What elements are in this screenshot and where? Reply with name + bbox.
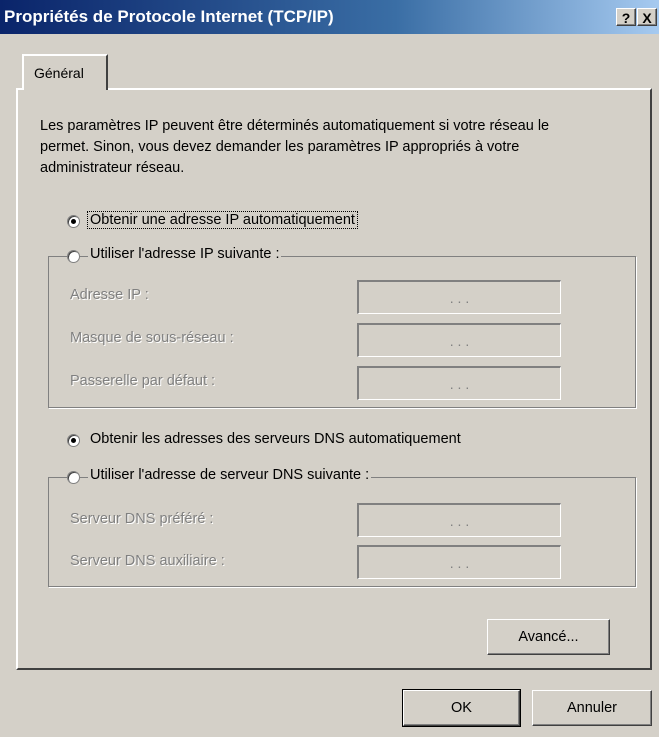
preferred-dns-label: Serveur DNS préféré : <box>70 511 214 527</box>
alternate-dns-input[interactable]: . . . <box>357 545 561 579</box>
ip-address-value: . . . <box>449 289 470 306</box>
subnet-mask-value: . . . <box>449 332 470 349</box>
title-bar[interactable]: Propriétés de Protocole Internet (TCP/IP… <box>0 0 659 34</box>
dns-auto-label[interactable]: Obtenir les adresses des serveurs DNS au… <box>88 431 463 447</box>
description-text: Les paramètres IP peuvent être déterminé… <box>40 118 550 176</box>
tab-general[interactable]: Général <box>22 54 108 90</box>
dns-manual-label[interactable]: Utiliser l'adresse de serveur DNS suivan… <box>88 467 372 483</box>
alternate-dns-value: . . . <box>449 554 470 571</box>
ip-auto-radio[interactable] <box>67 215 80 228</box>
ip-address-input[interactable]: . . . <box>357 280 561 314</box>
subnet-mask-input[interactable]: . . . <box>357 323 561 357</box>
window-title: Propriétés de Protocole Internet (TCP/IP… <box>4 7 334 26</box>
cancel-button[interactable]: Annuler <box>532 690 652 726</box>
alternate-dns-label: Serveur DNS auxiliaire : <box>70 553 225 569</box>
default-gateway-input[interactable]: . . . <box>357 366 561 400</box>
preferred-dns-value: . . . <box>449 512 470 529</box>
ip-address-label: Adresse IP : <box>70 287 149 303</box>
default-gateway-label: Passerelle par défaut : <box>70 373 216 389</box>
dns-manual-radio[interactable] <box>67 471 80 484</box>
close-button[interactable]: X <box>637 8 657 26</box>
ip-manual-label[interactable]: Utiliser l'adresse IP suivante : <box>88 246 282 262</box>
ok-button[interactable]: OK <box>402 689 521 727</box>
advanced-button[interactable]: Avancé... <box>487 619 610 655</box>
help-button[interactable]: ? <box>616 8 636 26</box>
ip-auto-label[interactable]: Obtenir une adresse IP automatiquement <box>87 211 358 229</box>
dns-auto-radio[interactable] <box>67 434 80 447</box>
preferred-dns-input[interactable]: . . . <box>357 503 561 537</box>
subnet-mask-label: Masque de sous-réseau : <box>70 330 234 346</box>
ip-manual-radio[interactable] <box>67 250 80 263</box>
tab-general-label: Général <box>34 65 84 81</box>
default-gateway-value: . . . <box>449 375 470 392</box>
